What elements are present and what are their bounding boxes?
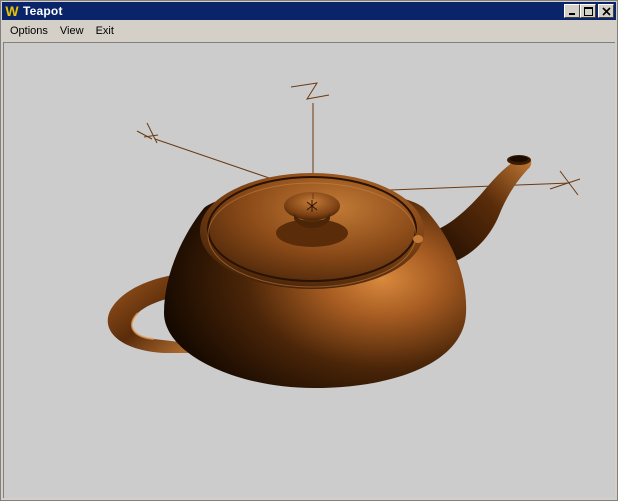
app-icon-letter: W bbox=[5, 4, 19, 18]
menu-exit[interactable]: Exit bbox=[90, 21, 120, 41]
maximize-button[interactable] bbox=[580, 4, 596, 18]
title-bar[interactable]: W Teapot bbox=[2, 2, 616, 20]
teapot-window: W Teapot Options View Exit bbox=[0, 0, 618, 501]
w-logo-icon: W bbox=[5, 4, 19, 18]
app-icon[interactable]: W bbox=[4, 3, 20, 19]
minimize-button[interactable] bbox=[564, 4, 580, 18]
title-buttons bbox=[564, 4, 614, 18]
maximize-icon bbox=[583, 6, 593, 16]
menu-view[interactable]: View bbox=[54, 21, 90, 41]
close-icon bbox=[601, 6, 611, 16]
close-button[interactable] bbox=[598, 4, 614, 18]
teapot-scene[interactable] bbox=[4, 43, 615, 498]
menu-options[interactable]: Options bbox=[2, 21, 54, 41]
minimize-icon bbox=[569, 13, 575, 15]
menu-bar: Options View Exit bbox=[2, 21, 616, 41]
render-canvas[interactable] bbox=[3, 42, 615, 498]
window-title: Teapot bbox=[23, 4, 63, 18]
